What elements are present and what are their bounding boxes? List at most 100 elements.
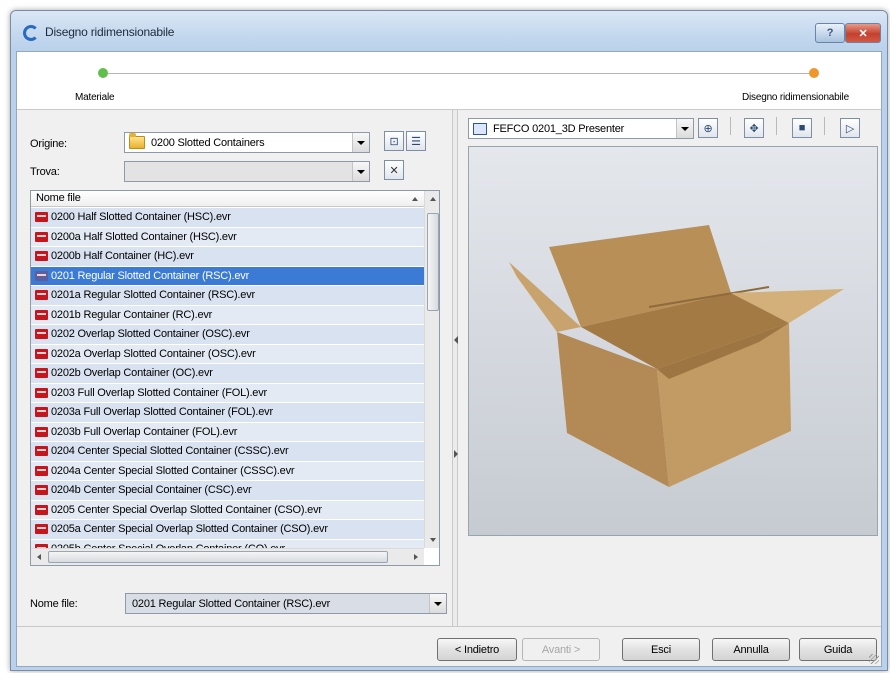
app-icon [23, 25, 39, 41]
3d-viewer[interactable] [468, 146, 878, 536]
preview-toolbar: FEFCO 0201_3D Presenter ⊕ ✥ ■ ▷ [458, 110, 882, 144]
file-row[interactable]: 0205a Center Special Overlap Slotted Con… [31, 520, 424, 540]
close-window-button[interactable]: ✕ [845, 23, 881, 43]
file-name: 0202 Overlap Slotted Container (OSC).evr [51, 328, 250, 341]
file-list[interactable]: Nome file 0200 Half Slotted Container (H… [30, 190, 440, 566]
vertical-scrollbar[interactable] [424, 191, 439, 548]
toolbar-separator [730, 117, 731, 135]
exit-button[interactable]: Esci [622, 638, 700, 661]
file-rows: 0200 Half Slotted Container (HSC).evr 020… [31, 208, 424, 548]
step-materiale-label: Materiale [75, 92, 115, 103]
chevron-down-icon [681, 126, 689, 131]
file-row[interactable]: 0203b Full Overlap Container (FOL).evr [31, 422, 424, 442]
help-window-button[interactable]: ? [815, 23, 845, 43]
filename-field[interactable]: 0201 Regular Slotted Container (RSC).evr [125, 593, 447, 614]
evr-file-icon [35, 231, 48, 242]
title-bar[interactable]: Disegno ridimensionabile ? ✕ [11, 11, 887, 51]
progress-line [103, 73, 813, 74]
evr-file-icon [35, 329, 48, 340]
dialog-client: Materiale Disegno ridimensionabile Origi… [16, 51, 882, 667]
cancel-button[interactable]: Annulla [712, 638, 790, 661]
filename-value: 0201 Regular Slotted Container (RSC).evr [132, 597, 331, 610]
vertical-scroll-thumb[interactable] [427, 213, 439, 311]
column-header-filename[interactable]: Nome file [31, 191, 424, 207]
file-row[interactable]: 0203 Full Overlap Slotted Container (FOL… [31, 383, 424, 403]
step-materiale-dot [98, 68, 108, 78]
sort-ascending-icon [412, 197, 418, 201]
file-row[interactable]: 0201a Regular Slotted Container (RSC).ev… [31, 286, 424, 306]
file-name: 0203 Full Overlap Slotted Container (FOL… [51, 386, 267, 399]
evr-file-icon [35, 368, 48, 379]
back-button[interactable]: < Indietro [437, 638, 517, 661]
evr-file-icon [35, 290, 48, 301]
play-animation-button[interactable]: ▷ [840, 118, 860, 138]
file-row[interactable]: 0205 Center Special Overlap Slotted Cont… [31, 500, 424, 520]
evr-file-icon [35, 348, 48, 359]
file-row[interactable]: 0200a Half Slotted Container (HSC).evr [31, 227, 424, 247]
origin-select[interactable]: 0200 Slotted Containers [124, 132, 370, 153]
scroll-down-icon[interactable] [430, 538, 436, 542]
presenter-icon [473, 122, 487, 135]
file-row[interactable]: 0204a Center Special Slotted Container (… [31, 461, 424, 481]
file-row[interactable]: 0200 Half Slotted Container (HSC).evr [31, 208, 424, 228]
horizontal-scroll-thumb[interactable] [48, 551, 388, 563]
file-row[interactable]: 0204 Center Special Slotted Container (C… [31, 442, 424, 462]
file-row[interactable]: 0201b Regular Container (RC).evr [31, 305, 424, 325]
file-name: 0200a Half Slotted Container (HSC).evr [51, 230, 237, 243]
preview-pane: FEFCO 0201_3D Presenter ⊕ ✥ ■ ▷ [458, 110, 882, 626]
evr-file-icon [35, 465, 48, 476]
file-name: 0204b Center Special Container (CSC).evr [51, 484, 252, 497]
file-row[interactable]: 0202a Overlap Slotted Container (OSC).ev… [31, 344, 424, 364]
box-3d-model [509, 225, 844, 487]
file-row[interactable]: 0202 Overlap Slotted Container (OSC).evr [31, 325, 424, 345]
list-view-icon: ☰ [411, 135, 421, 148]
wizard-footer: < Indietro Avanti > Esci Annulla Guida [17, 626, 881, 666]
evr-file-icon [35, 524, 48, 535]
clear-find-button[interactable]: ✕ [384, 160, 404, 180]
file-name: 0203b Full Overlap Container (FOL).evr [51, 425, 238, 438]
evr-file-icon [35, 407, 48, 418]
rotate-icon: ✥ [749, 122, 759, 135]
evr-file-icon [35, 387, 48, 398]
file-name: 0204 Center Special Slotted Container (C… [51, 445, 289, 458]
presenter-dropdown-button[interactable] [676, 119, 693, 138]
next-button[interactable]: Avanti > [522, 638, 600, 661]
origin-value: 0200 Slotted Containers [151, 136, 265, 149]
file-row[interactable]: 0202b Overlap Container (OC).evr [31, 364, 424, 384]
render-mode-button[interactable]: ■ [792, 118, 812, 138]
file-name: 0205 Center Special Overlap Slotted Cont… [51, 503, 322, 516]
file-row[interactable]: 0200b Half Container (HC).evr [31, 247, 424, 267]
horizontal-scrollbar[interactable] [31, 548, 424, 565]
presenter-select[interactable]: FEFCO 0201_3D Presenter [468, 118, 694, 139]
file-name: 0201a Regular Slotted Container (RSC).ev… [51, 289, 255, 302]
file-row[interactable]: 0203a Full Overlap Slotted Container (FO… [31, 403, 424, 423]
file-row[interactable]: 0201 Regular Slotted Container (RSC).evr [31, 266, 424, 286]
toolbar-separator [824, 117, 825, 135]
filename-dropdown-button[interactable] [429, 594, 446, 613]
find-input[interactable] [124, 161, 370, 182]
play-icon: ▷ [845, 122, 855, 135]
zoom-button[interactable]: ⊕ [698, 118, 718, 138]
step-disegno-label: Disegno ridimensionabile [742, 92, 849, 103]
wizard-progress: Materiale Disegno ridimensionabile [17, 52, 881, 110]
scroll-right-icon[interactable] [414, 554, 418, 560]
rotate-view-button[interactable]: ✥ [744, 118, 764, 138]
origin-label: Origine: [30, 138, 67, 150]
file-row[interactable]: 0205b Center Special Overlap Container (… [31, 539, 424, 548]
scroll-left-icon[interactable] [37, 554, 41, 560]
help-button[interactable]: Guida [799, 638, 877, 661]
chevron-down-icon [434, 601, 442, 606]
resize-grip-icon[interactable] [869, 654, 879, 664]
folder-up-icon: ⊡ [389, 135, 399, 148]
zoom-icon: ⊕ [703, 122, 713, 135]
list-view-button[interactable]: ☰ [406, 131, 426, 151]
file-row[interactable]: 0204b Center Special Container (CSC).evr [31, 481, 424, 501]
origin-dropdown-button[interactable] [352, 133, 369, 152]
scroll-up-icon[interactable] [430, 197, 436, 201]
evr-file-icon [35, 504, 48, 515]
find-dropdown-button[interactable] [352, 162, 369, 181]
evr-file-icon [35, 270, 48, 281]
toolbar-separator [776, 117, 777, 135]
browse-folder-button[interactable]: ⊡ [384, 131, 404, 151]
evr-file-icon [35, 426, 48, 437]
